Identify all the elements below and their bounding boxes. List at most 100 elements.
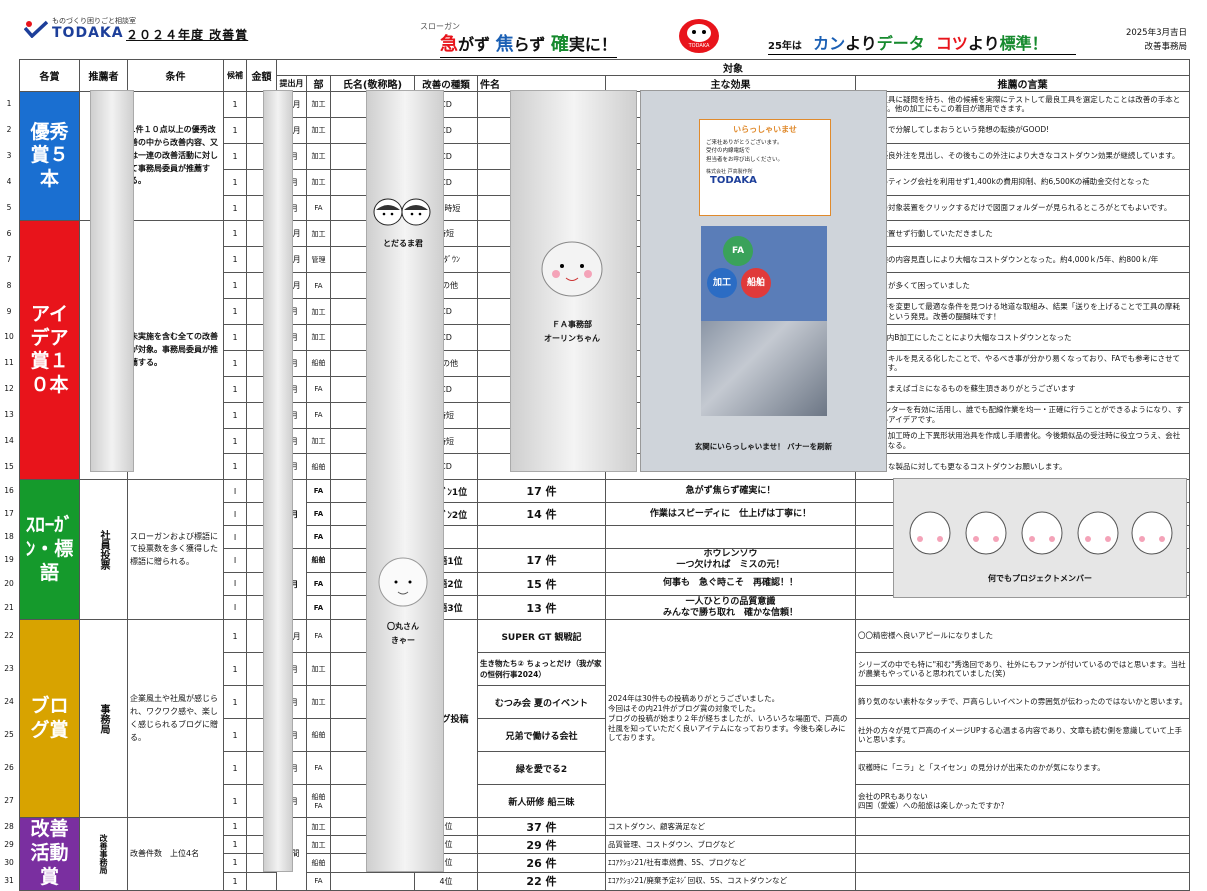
row-number: 27 — [4, 796, 14, 806]
candidate-cell: 1 — [223, 298, 247, 326]
project-members-label: 何でもプロジェクトメンバー — [988, 574, 1092, 583]
page-header: ものづくり困りごと相談室 TODAKA ２０２４年度 改善賞 スローガン 急がず… — [0, 0, 1207, 58]
division-cell: FA — [306, 595, 331, 621]
row-number: 20 — [4, 578, 14, 588]
row-number: 26 — [4, 763, 14, 773]
division-cell: FA — [306, 502, 331, 527]
division-cell: FA — [306, 401, 331, 429]
count-cell: 26 件 — [477, 853, 606, 873]
effect-cell: ｴｺｱｸｼｮﾝ21/社有車燃費、5S、ブログなど — [605, 853, 856, 873]
candidate-cell: 1 — [223, 142, 247, 170]
division-cell: FA — [306, 525, 331, 550]
words-cell: 問題を放置せず行動していただきました — [854, 220, 1191, 248]
row-number: 2 — [6, 125, 12, 135]
row-number: 9 — [6, 306, 12, 316]
row-number: 10 — [4, 332, 14, 342]
division-cell: FA — [306, 479, 331, 504]
division-cell: 管理 — [306, 246, 331, 274]
count-cell: 17 件 — [477, 548, 606, 573]
words-cell: 加工条件を変更して最適な条件を見つける地道な取組み、結果「送りを上げることで工具… — [854, 298, 1191, 326]
division-cell: 船舶 — [306, 718, 331, 753]
header-words: 推薦の言葉 — [854, 75, 1191, 92]
page-title: ２０２４年度 改善賞 — [126, 28, 249, 42]
candidate-cell: Ⅰ — [223, 571, 247, 597]
division-cell: FA — [306, 194, 331, 222]
row-number: 16 — [4, 486, 14, 496]
count-cell: 15 件 — [477, 571, 606, 597]
orin-label: ＦＡ事務部 オーリンちゃん — [544, 320, 600, 343]
row-number: 12 — [4, 384, 14, 394]
amount-mask — [263, 90, 293, 872]
division-cell: 加工 — [306, 817, 331, 837]
issuer-dept: 改善事務局 — [1144, 42, 1187, 52]
maru-label: 〇丸さん きゃー — [387, 622, 419, 646]
slogan-text-cell: 何事も 急ぐ時こそ 再確認！！ — [605, 571, 856, 597]
count-cell: 37 件 — [477, 817, 606, 837]
row-number: 5 — [6, 203, 12, 212]
words-cell — [854, 853, 1191, 873]
todaka-logo-icon — [24, 20, 48, 38]
division-cell: FA — [306, 751, 331, 786]
award-katsudo: 改善活動賞 — [19, 817, 80, 891]
maru-illustration — [378, 557, 428, 607]
words-cell: 〇〇精密様へ良いアピールになりました — [854, 619, 1191, 654]
slogan-text-cell: 一人ひとりの品質意識 みんなで勝ち取れ 確かな信頼！ — [605, 595, 856, 621]
banner-company: 株式会社 戸高製作所 — [706, 168, 753, 175]
words-cell — [854, 871, 1191, 891]
words-cell — [854, 835, 1191, 855]
division-cell: 加工 — [306, 324, 331, 351]
division-cell: 船舶 — [306, 453, 331, 481]
orin-illustration — [541, 241, 603, 297]
candidate-cell: Ⅰ — [223, 502, 247, 527]
candidate-cell: 1 — [223, 784, 247, 819]
row-number: 4 — [6, 177, 12, 187]
effect-cell: ｴｺｱｸｼｮﾝ21/廃棄予定ﾈｼﾞ回収、5S、コストダウンなど — [605, 871, 856, 891]
words-cell: シリーズの中でも特に"和む"秀逸回であり、社外にもファンが付いているのではと思い… — [854, 652, 1191, 687]
division-cell: 船舶 FA — [306, 784, 331, 819]
words-cell: 飾り気のない素朴なタッチで、戸高らしいイベントの雰囲気が伝わったのではないかと思… — [854, 685, 1191, 720]
row-number: 28 — [4, 821, 14, 831]
division-cell: 船舶 — [306, 349, 331, 377]
candidate-cell: 1 — [223, 718, 247, 753]
words-cell — [854, 595, 1191, 621]
words-cell: 火災保険の内容見直しにより大幅なコストダウンとなった。約4,000ｋ/5年、約8… — [854, 246, 1191, 274]
banner-card: いらっしゃいませ ご来社ありがとうございます。 受付の内線電話で 担当者をお呼び… — [699, 119, 831, 216]
division-cell: 加工 — [306, 220, 331, 248]
condition-yushu: 1件１０点以上の優秀改善の中から改善内容、又は一連の改善活動に対して事務局委員が… — [127, 90, 224, 222]
candidate-cell: 1 — [223, 220, 247, 248]
candidate-cell: Ⅰ — [223, 548, 247, 573]
blog-title-cell: 生き物たち② ちょっとだけ（我が家の恒例行事2024） — [477, 652, 606, 687]
banner-circle-kakou: 加工 — [707, 268, 737, 298]
words-cell: 各自のスキルを見える化したことで、やるべき事が分かり易くなっており、FAでも参考… — [854, 349, 1191, 377]
award-idea: アイデア賞１０本 — [19, 220, 80, 481]
header-nominator: 推薦者 — [79, 59, 128, 92]
award-blog: ブログ賞 — [19, 619, 80, 819]
division-cell: FA — [306, 375, 331, 403]
header-amount: 金額 — [246, 59, 277, 92]
row-number: 18 — [4, 532, 14, 542]
award-slogan: ｽﾛｰｶﾞﾝ・標語 — [19, 479, 80, 621]
candidate-cell: 1 — [223, 272, 247, 300]
project-members-panel: 何でもプロジェクトメンバー — [893, 478, 1187, 598]
row-number: 14 — [4, 436, 14, 446]
candidate-cell: 1 — [223, 685, 247, 720]
row-number: 22 — [4, 631, 14, 641]
banner-photo-area: FA 加工 船舶 — [701, 226, 827, 416]
words-cell: 新たな優良外注を見出し、その後もこの外注により大きなコストダウン効果が継続してい… — [854, 142, 1191, 170]
banner-logo: TODAKA — [710, 174, 757, 186]
candidate-cell: Ⅰ — [223, 525, 247, 550]
candidate-cell: 1 — [223, 246, 247, 274]
candidate-cell: Ⅰ — [223, 479, 247, 504]
table-row: ブログ賞 事務局 企業風土や社風が感じられ、ワクワク感や、楽しく感じられるブログに贈… — [19, 619, 1191, 819]
words-cell: いろいろな製品に対しても更なるコストダウンお願いします。 — [854, 453, 1191, 481]
banner-circle-senpaku: 船舶 — [741, 268, 771, 298]
todaruma-illustration — [373, 198, 431, 226]
blog-title-cell: 新人研修 船三昧 — [477, 784, 606, 819]
candidate-cell: 1 — [223, 652, 247, 687]
effect-cell: コストダウン、顧客満足など — [605, 817, 856, 837]
words-cell: コンサルティング会社を利用せず1,400kの費用抑制、約6,500Kの補助金交付… — [854, 168, 1191, 196]
candidate-cell: 1 — [223, 871, 247, 891]
nominator-mask — [90, 90, 134, 472]
words-cell: 収穫時に「ニラ」と「スイセン」の見分けが出来たのかが気になります。 — [854, 751, 1191, 786]
banner-circle-fa: FA — [723, 236, 753, 266]
